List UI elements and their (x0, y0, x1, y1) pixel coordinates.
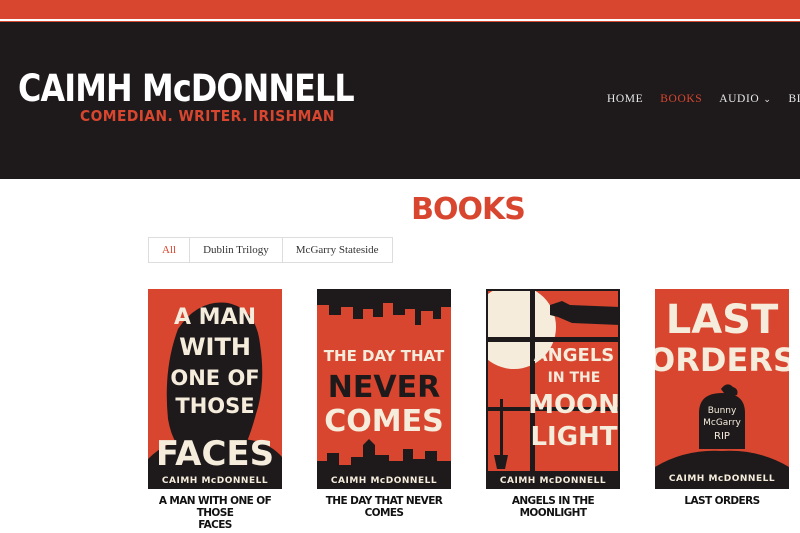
cover-author: CAIMH McDONNELL (500, 476, 606, 486)
book-title-line2: FACES (198, 519, 232, 531)
cover-title-line: A MAN (174, 305, 256, 330)
book-title-line1: THE DAY THAT NEVER COMES (325, 495, 443, 519)
tombstone-text: McGarry (703, 418, 741, 428)
cover-title-line: NEVER (328, 370, 440, 405)
nav-books[interactable]: BOOKS (660, 93, 702, 105)
book-cover-art: LAST ORDERS Bunny McGarry RIP CAIMH McDO… (655, 289, 789, 489)
book-cover[interactable]: LAST ORDERS Bunny McGarry RIP CAIMH McDO… (655, 289, 789, 489)
book-cover[interactable]: A MAN WITH ONE OF THOSE FACES CAIMH McDO… (148, 289, 282, 489)
main-nav: HOME BOOKS AUDIO⌄ BLO (607, 93, 800, 105)
cover-author: CAIMH McDONNELL (669, 474, 775, 484)
cover-title-line: THE DAY THAT (324, 347, 445, 365)
top-accent-stripe (0, 0, 800, 22)
filter-all[interactable]: All (149, 238, 191, 262)
logo-name: CAIMH McDONNELL (18, 67, 355, 110)
book-card[interactable]: THE DAY THAT NEVER COMES CAIMH McDONNELL… (317, 289, 451, 519)
cover-title-line: WITH (179, 333, 251, 361)
book-cover-art: A MAN WITH ONE OF THOSE FACES CAIMH McDO… (148, 289, 282, 489)
site-header: CAIMH McDONNELL COMEDIAN. WRITER. IRISHM… (0, 22, 800, 179)
chevron-down-icon: ⌄ (763, 93, 772, 104)
nav-home[interactable]: HOME (607, 93, 643, 105)
site-logo[interactable]: CAIMH McDONNELL COMEDIAN. WRITER. IRISHM… (18, 67, 409, 125)
book-card[interactable]: A MAN WITH ONE OF THOSE FACES CAIMH McDO… (148, 289, 282, 531)
book-cover-art: ANGELS IN THE MOON LIGHT CAIMH McDONNELL (486, 289, 620, 489)
book-title-line1: ANGELS IN THE MOONLIGHT (511, 495, 595, 519)
cover-title-line: ORDERS (655, 341, 789, 379)
nav-blog[interactable]: BLO (788, 93, 800, 105)
book-title[interactable]: ANGELS IN THE MOONLIGHT (486, 495, 620, 519)
book-title[interactable]: A MAN WITH ONE OF THOSE FACES (148, 495, 282, 531)
logo-tagline: COMEDIAN. WRITER. IRISHMAN (80, 107, 335, 125)
cover-title-line: IN THE (548, 370, 601, 386)
nav-audio-label: AUDIO (719, 93, 760, 105)
cover-title-line: COMES (324, 404, 443, 439)
nav-audio[interactable]: AUDIO ⌄ (719, 93, 771, 105)
book-filter-tabs: All Dublin Trilogy McGarry Stateside (148, 237, 393, 263)
cover-author: CAIMH McDONNELL (162, 476, 268, 486)
nav-blog-label: BLO (788, 93, 800, 105)
tombstone-text: RIP (714, 431, 730, 442)
book-title-line1: LAST ORDERS (684, 495, 760, 507)
cover-title-line: MOON (528, 390, 620, 420)
filter-mcgarry-stateside[interactable]: McGarry Stateside (283, 238, 392, 262)
nav-books-label: BOOKS (660, 93, 703, 105)
book-card[interactable]: ANGELS IN THE MOON LIGHT CAIMH McDONNELL… (486, 289, 620, 519)
cover-author: CAIMH McDONNELL (331, 476, 437, 486)
book-title[interactable]: LAST ORDERS (655, 495, 789, 507)
nav-home-label: HOME (607, 93, 644, 105)
cover-title-line: ONE OF (170, 366, 259, 390)
tombstone-text: Bunny (708, 406, 737, 416)
cover-title-line: LAST (666, 297, 779, 343)
cover-title-line: LIGHT (530, 422, 617, 452)
cover-title-line: THOSE (175, 394, 254, 418)
book-title-line1: A MAN WITH ONE OF THOSE (158, 495, 272, 519)
filter-dublin-trilogy[interactable]: Dublin Trilogy (190, 238, 283, 262)
book-card[interactable]: LAST ORDERS Bunny McGarry RIP CAIMH McDO… (655, 289, 789, 507)
book-cover[interactable]: ANGELS IN THE MOON LIGHT CAIMH McDONNELL (486, 289, 620, 489)
page-title: BOOKS (411, 192, 526, 227)
cover-title-line: ANGELS (534, 345, 615, 366)
book-cover-art: THE DAY THAT NEVER COMES CAIMH McDONNELL (317, 289, 451, 489)
book-title[interactable]: THE DAY THAT NEVER COMES (317, 495, 451, 519)
stripe-divider (0, 19, 800, 21)
cover-title-line: FACES (156, 434, 274, 474)
book-cover[interactable]: THE DAY THAT NEVER COMES CAIMH McDONNELL (317, 289, 451, 489)
